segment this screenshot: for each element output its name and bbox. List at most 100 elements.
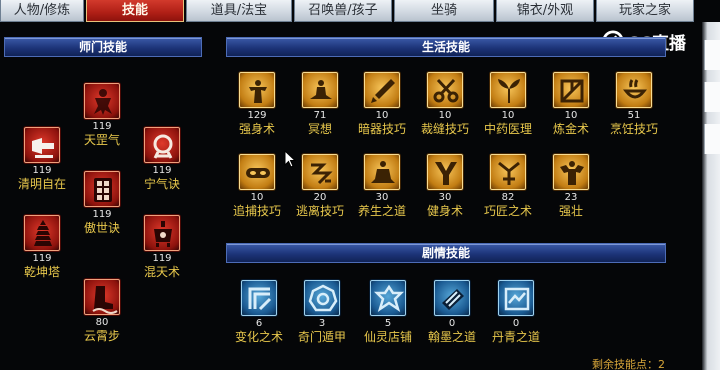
transform-icon (241, 280, 277, 316)
skill-qiangshenshu[interactable]: 129 强身术 (227, 72, 287, 136)
skill-ningqijue[interactable]: 119 宁气诀 (132, 127, 192, 191)
skill-yangshengzhidao[interactable]: 30 养生之道 (352, 154, 412, 218)
skill-level: 23 (564, 192, 578, 203)
ring-icon (144, 127, 180, 163)
muscle-icon (553, 154, 589, 190)
skill-name: 翰墨之道 (427, 330, 476, 344)
skill-level: 51 (627, 110, 641, 121)
skill-name: 追捕技巧 (232, 204, 281, 218)
skill-level: 10 (438, 110, 452, 121)
side-panel-edge (702, 22, 720, 370)
skill-anqijiqiao[interactable]: 10 暗器技巧 (352, 72, 412, 136)
skill-huntianshu[interactable]: 119 混天术 (132, 215, 192, 279)
remaining-skill-points: 剩余技能点：2 (592, 358, 665, 370)
side-tab[interactable] (704, 124, 720, 154)
skill-yunxiaobu[interactable]: 80 云霄步 (72, 279, 132, 343)
skill-level: 119 (152, 165, 172, 176)
skill-level: 5 (384, 318, 392, 329)
skill-name: 炼金术 (552, 122, 589, 136)
skill-level: 0 (448, 318, 456, 329)
skill-danqingzhidao[interactable]: 0 丹青之道 (486, 280, 546, 344)
skill-name: 强壮 (558, 204, 583, 218)
skill-name: 丹青之道 (491, 330, 540, 344)
cooking-icon (616, 72, 652, 108)
skill-level: 71 (313, 110, 327, 121)
skill-name: 宁气诀 (143, 177, 180, 191)
skill-taolijiqiao[interactable]: 20 逃离技巧 (290, 154, 350, 218)
cauldron-icon (144, 215, 180, 251)
skill-qiankunta[interactable]: 119 乾坤塔 (12, 215, 72, 279)
mouse-cursor-icon (284, 150, 296, 168)
skill-pengrenjiqiao[interactable]: 51 烹饪技巧 (604, 72, 664, 136)
skill-qimendunjia[interactable]: 3 奇门遁甲 (292, 280, 352, 344)
skill-jianshenshu[interactable]: 30 健身术 (415, 154, 475, 218)
craft-icon (490, 154, 526, 190)
skill-level: 129 (247, 110, 267, 121)
school-skills-header: 师门技能 (4, 37, 202, 57)
fitness-icon (427, 154, 463, 190)
life-skills-header: 生活技能 (226, 37, 666, 57)
skill-zhuibujiqiao[interactable]: 10 追捕技巧 (227, 154, 287, 218)
gate-icon (84, 171, 120, 207)
story-skills-header: 剧情技能 (226, 243, 666, 263)
horn-icon (24, 127, 60, 163)
scroll-icon (498, 280, 534, 316)
warrior-icon (84, 83, 120, 119)
skill-level: 3 (318, 318, 326, 329)
side-tab[interactable] (704, 40, 720, 70)
skill-hanmozhidao[interactable]: 0 翰墨之道 (422, 280, 482, 344)
skill-level: 10 (564, 110, 578, 121)
skill-name: 变化之术 (234, 330, 283, 344)
tab-character[interactable]: 人物/修炼 (0, 0, 84, 22)
skill-level: 82 (501, 192, 515, 203)
skill-level: 30 (375, 192, 389, 203)
skill-name: 中药医理 (483, 122, 532, 136)
skill-level: 10 (375, 110, 389, 121)
tab-appearance[interactable]: 锦衣/外观 (496, 0, 594, 22)
tab-bar: 人物/修炼 技能 道具/法宝 召唤兽/孩子 坐骑 锦衣/外观 玩家之家 (0, 0, 720, 22)
tab-pets[interactable]: 召唤兽/孩子 (294, 0, 392, 22)
skill-level: 119 (92, 121, 112, 132)
skill-level: 10 (250, 192, 264, 203)
skill-name: 云霄步 (83, 329, 120, 343)
skill-xianlingdianpu[interactable]: 5 仙灵店铺 (358, 280, 418, 344)
shop-icon (370, 280, 406, 316)
skill-qingmingzizai[interactable]: 119 清明自在 (12, 127, 72, 191)
skill-level: 20 (313, 192, 327, 203)
skill-level: 119 (152, 253, 172, 264)
skill-zhongyaoyili[interactable]: 10 中药医理 (478, 72, 538, 136)
skill-tiangangqi[interactable]: 119 天罡气 (72, 83, 132, 147)
skill-caifengjiqiao[interactable]: 10 裁缝技巧 (415, 72, 475, 136)
skill-name: 傲世诀 (83, 221, 120, 235)
skill-name: 巧匠之术 (483, 204, 532, 218)
tab-skills[interactable]: 技能 (86, 0, 184, 22)
skill-level: 119 (32, 165, 52, 176)
skill-level: 6 (255, 318, 263, 329)
skill-name: 暗器技巧 (357, 122, 406, 136)
skill-name: 冥想 (307, 122, 332, 136)
lotus-icon (364, 154, 400, 190)
skill-level: 30 (438, 192, 452, 203)
alchemy-icon (553, 72, 589, 108)
side-tab[interactable] (704, 82, 720, 112)
skill-level: 80 (95, 317, 109, 328)
skill-aoshijue[interactable]: 119 傲世诀 (72, 171, 132, 235)
tab-mount[interactable]: 坐骑 (394, 0, 494, 22)
skill-name: 混天术 (143, 265, 180, 279)
skill-name: 强身术 (238, 122, 275, 136)
skill-qiaojiangzhishu[interactable]: 82 巧匠之术 (478, 154, 538, 218)
herb-icon (490, 72, 526, 108)
skill-qiangzhuang[interactable]: 23 强壮 (541, 154, 601, 218)
skill-name: 天罡气 (83, 133, 120, 147)
skill-name: 健身术 (426, 204, 463, 218)
skill-lianjinshu[interactable]: 10 炼金术 (541, 72, 601, 136)
skill-bianhuazhishu[interactable]: 6 变化之术 (229, 280, 289, 344)
skill-mingxiang[interactable]: 71 冥想 (290, 72, 350, 136)
bagua-icon (304, 280, 340, 316)
tab-items[interactable]: 道具/法宝 (186, 0, 292, 22)
skill-level: 0 (512, 318, 520, 329)
escape-icon (302, 154, 338, 190)
skill-name: 裁缝技巧 (420, 122, 469, 136)
tab-home[interactable]: 玩家之家 (596, 0, 694, 22)
mask-icon (239, 154, 275, 190)
